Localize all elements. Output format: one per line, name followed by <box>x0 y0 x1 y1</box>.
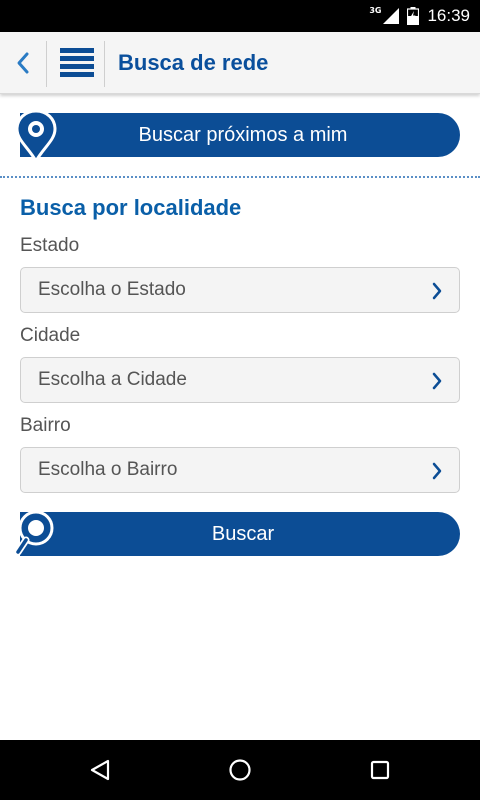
city-label: Cidade <box>20 325 81 346</box>
state-select[interactable]: Escolha o Estado <box>20 267 460 313</box>
nav-home-button[interactable] <box>220 752 260 788</box>
state-label: Estado <box>20 235 80 256</box>
triangle-back-icon <box>90 759 110 781</box>
signal-icon <box>383 8 400 24</box>
nav-back-button[interactable] <box>80 752 120 788</box>
battery-icon <box>407 7 420 25</box>
navigation-bar <box>0 740 480 800</box>
status-time: 16:39 <box>427 6 470 25</box>
search-nearby-button[interactable]: Buscar próximos a mim <box>15 109 460 163</box>
network-type-label: 3G <box>369 5 382 15</box>
state-select-placeholder: Escolha o Estado <box>38 279 186 300</box>
location-search-title: Busca por localidade <box>20 195 242 220</box>
app-bar-divider <box>46 41 47 87</box>
search-nearby-label: Buscar próximos a mim <box>138 123 348 146</box>
magnifier-icon <box>14 510 54 556</box>
chevron-right-icon <box>432 282 442 300</box>
menu-button[interactable] <box>56 42 98 84</box>
search-button-label: Buscar <box>211 522 275 545</box>
map-pin-icon <box>15 109 57 163</box>
list-menu-icon <box>60 48 94 77</box>
circle-home-icon <box>229 759 251 781</box>
neighborhood-label: Bairro <box>20 415 71 436</box>
nav-recents-button[interactable] <box>360 752 400 788</box>
status-bar: 3G 16:39 <box>0 0 480 32</box>
status-icons: 3G 16:39 <box>369 0 470 32</box>
search-button[interactable]: Buscar <box>14 510 460 556</box>
app-bar-divider <box>104 41 105 87</box>
chevron-left-icon <box>17 52 29 74</box>
section-separator <box>0 176 480 178</box>
back-button[interactable] <box>4 40 42 86</box>
neighborhood-select-placeholder: Escolha o Bairro <box>38 459 178 480</box>
neighborhood-select[interactable]: Escolha o Bairro <box>20 447 460 493</box>
app-bar: Busca de rede <box>0 32 480 94</box>
chevron-right-icon <box>432 372 442 390</box>
page-title: Busca de rede <box>118 50 269 75</box>
square-recents-icon <box>370 760 390 780</box>
city-select[interactable]: Escolha a Cidade <box>20 357 460 403</box>
chevron-right-icon <box>432 462 442 480</box>
city-select-placeholder: Escolha a Cidade <box>38 369 187 390</box>
